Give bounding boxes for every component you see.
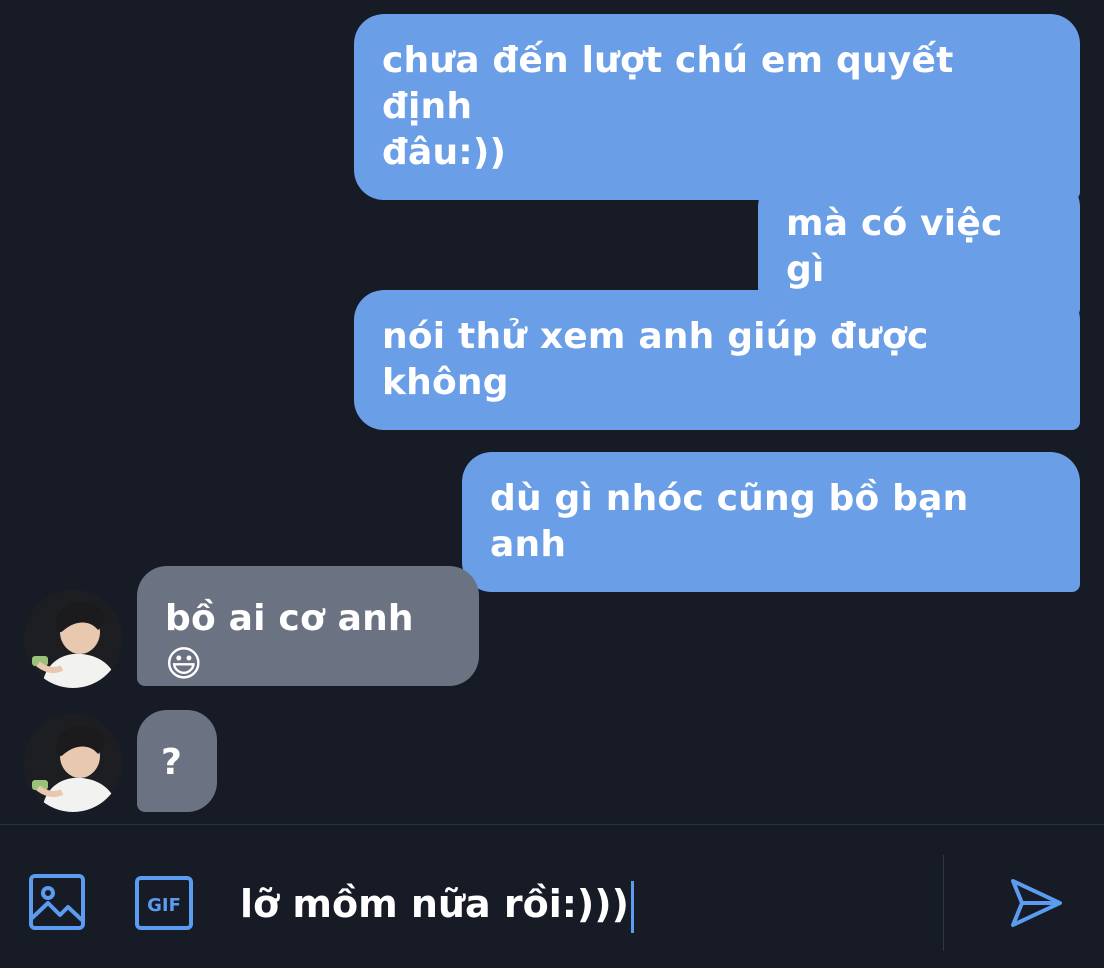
message-text-line: mà có việc gì bbox=[786, 203, 1003, 290]
gif-icon[interactable]: GIF bbox=[134, 875, 194, 935]
message-text: bồ ai cơ anh😃 bbox=[165, 598, 414, 685]
message-text-line: đâu:)) bbox=[382, 132, 507, 173]
incoming-message[interactable]: ? bbox=[137, 710, 217, 812]
avatar-photo bbox=[24, 714, 122, 812]
message-text-line: dù gì nhóc cũng bồ bạn anh bbox=[490, 478, 969, 565]
incoming-message[interactable]: bồ ai cơ anh😃 bbox=[137, 566, 479, 686]
message-text-line: nói thử xem anh giúp được bbox=[382, 316, 929, 357]
image-icon[interactable] bbox=[28, 873, 86, 935]
message-text: ? bbox=[161, 742, 183, 783]
gif-label: GIF bbox=[147, 895, 181, 916]
avatar-photo bbox=[24, 590, 122, 688]
composer-divider bbox=[943, 855, 944, 951]
avatar[interactable] bbox=[24, 590, 122, 688]
chat-screen: chưa đến lượt chú em quyết định đâu:)) m… bbox=[0, 0, 1104, 968]
message-input-value: lỡ mồm nữa rồi:))) bbox=[240, 882, 630, 926]
outgoing-message[interactable]: nói thử xem anh giúp được không bbox=[354, 290, 1080, 430]
message-text-line: không bbox=[382, 362, 509, 403]
outgoing-message[interactable]: dù gì nhóc cũng bồ bạn anh bbox=[462, 452, 1080, 592]
message-composer: GIF lỡ mồm nữa rồi:))) bbox=[0, 824, 1104, 968]
outgoing-message[interactable]: chưa đến lượt chú em quyết định đâu:)) bbox=[354, 14, 1080, 200]
text-caret bbox=[631, 880, 635, 933]
avatar[interactable] bbox=[24, 714, 122, 812]
message-input[interactable]: lỡ mồm nữa rồi:))) bbox=[240, 877, 635, 933]
message-text-line: chưa đến lượt chú em quyết định bbox=[382, 40, 954, 127]
send-icon[interactable] bbox=[1008, 875, 1064, 935]
